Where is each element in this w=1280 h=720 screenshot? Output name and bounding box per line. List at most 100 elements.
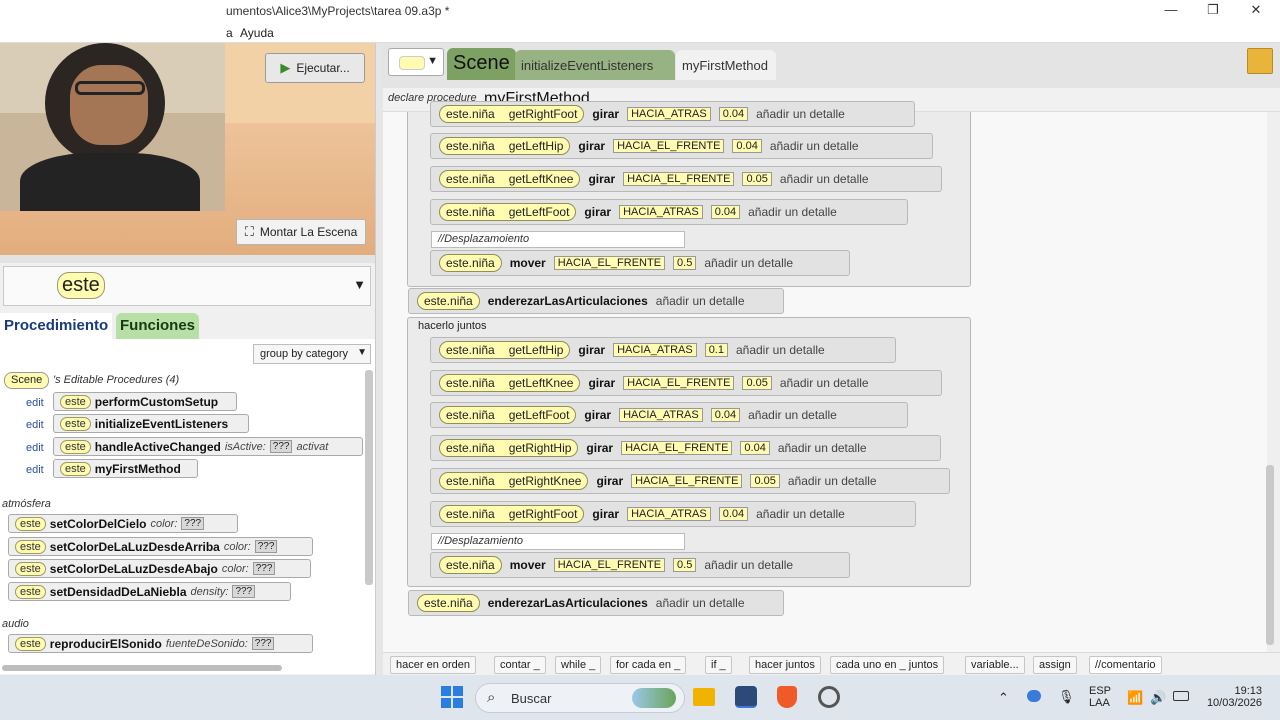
- cloud-icon[interactable]: [1027, 690, 1041, 702]
- palette-variable[interactable]: variable...: [965, 656, 1025, 674]
- object-pill: este.niña: [439, 556, 502, 574]
- type-selector-value: este: [57, 272, 105, 299]
- vertical-splitter[interactable]: [375, 43, 383, 675]
- maximize-button[interactable]: ❐: [1198, 2, 1228, 18]
- object-pill: este.niña getRightKnee: [439, 472, 589, 490]
- language-indicator[interactable]: ESP LAA: [1089, 685, 1111, 709]
- turn-statement[interactable]: este.niña getRightKnee girar HACIA_EL_FREN…: [430, 468, 950, 494]
- play-icon: ▶: [280, 60, 291, 75]
- procedure-tile[interactable]: este setColorDelCielo color:???: [8, 514, 238, 533]
- turn-statement[interactable]: este.niña getLeftKnee girar HACIA_EL_FRENT…: [430, 370, 942, 396]
- edit-link[interactable]: edit: [26, 397, 44, 409]
- horizontal-splitter[interactable]: [0, 255, 375, 263]
- category-label: atmósfera: [2, 498, 51, 510]
- folder-icon[interactable]: [1247, 48, 1273, 74]
- title-bar: [0, 0, 1280, 23]
- scene-owner-pill[interactable]: Scene: [4, 372, 50, 389]
- object-pill: este.niña getRightFoot: [439, 105, 585, 123]
- edit-link[interactable]: edit: [26, 442, 44, 454]
- palette-if[interactable]: if _: [705, 656, 732, 674]
- procedure-tile[interactable]: este setColorDeLaLuzDesdeAbajo color:???: [8, 559, 311, 578]
- minimize-button[interactable]: —: [1156, 2, 1186, 17]
- procedure-tile[interactable]: este reproducirElSonido fuenteDeSonido:???: [8, 634, 313, 653]
- menu-item-ayuda[interactable]: Ayuda: [240, 26, 274, 40]
- menu-item-prev[interactable]: a: [226, 26, 233, 40]
- tab-scene[interactable]: Scene: [447, 48, 516, 80]
- alice-app-icon[interactable]: [735, 686, 757, 708]
- procedure-panel: [0, 339, 375, 674]
- close-button[interactable]: ✕: [1241, 2, 1271, 18]
- file-explorer-icon[interactable]: [693, 688, 715, 706]
- chevron-down-icon: ▼: [357, 347, 367, 358]
- run-button[interactable]: ▶ Ejecutar...: [265, 53, 365, 83]
- vertical-scrollbar[interactable]: [365, 370, 373, 585]
- palette-do-together[interactable]: hacer juntos: [749, 656, 821, 674]
- wifi-icon[interactable]: 📶: [1127, 690, 1143, 706]
- vertical-scrollbar[interactable]: [1266, 465, 1274, 645]
- procedure-tile[interactable]: este setColorDeLaLuzDesdeArriba color:???: [8, 537, 313, 556]
- turn-statement[interactable]: este.niña getRightFoot girar HACIA_ATRAS 0.…: [430, 501, 916, 527]
- palette-for-each[interactable]: for cada en _: [610, 656, 687, 674]
- webcam-overlay: [0, 43, 225, 211]
- straighten-statement[interactable]: este.niña enderezarLasArticulaciones añad…: [408, 288, 784, 314]
- do-together-label: hacerlo juntos: [418, 320, 487, 332]
- procedure-tile[interactable]: este myFirstMethod: [53, 459, 198, 478]
- edit-link[interactable]: edit: [26, 419, 44, 431]
- search-placeholder: Buscar: [511, 691, 552, 706]
- editable-procedures-title: 's Editable Procedures (4): [53, 374, 180, 386]
- move-statement[interactable]: este.niña mover HACIA_EL_FRENTE 0.5 añadir…: [430, 250, 850, 276]
- palette-while[interactable]: while _: [555, 656, 602, 674]
- turn-statement[interactable]: este.niña getLeftFoot girar HACIA_ATRAS 0.0…: [430, 402, 908, 428]
- tab-funciones[interactable]: Funciones: [116, 313, 200, 339]
- battery-icon[interactable]: [1173, 691, 1189, 701]
- palette-count[interactable]: contar _: [494, 656, 546, 674]
- turn-statement[interactable]: este.niña getLeftKnee girar HACIA_EL_FRENT…: [430, 166, 942, 192]
- horizontal-scrollbar[interactable]: [2, 665, 282, 671]
- group-by-select[interactable]: group by category ▼: [253, 344, 371, 364]
- microphone-icon[interactable]: 🎙: [1058, 689, 1075, 705]
- app-icon[interactable]: [818, 686, 840, 708]
- category-label: audio: [2, 618, 29, 630]
- move-statement[interactable]: este.niña mover HACIA_EL_FRENTE 0.5 añadir…: [430, 552, 850, 578]
- setup-scene-button[interactable]: ⛶ Montar La Escena: [236, 219, 366, 245]
- palette-do-in-order[interactable]: hacer en orden: [390, 656, 476, 674]
- window-title: umentos\Alice3\MyProjects\tarea 09.a3p *: [226, 4, 450, 18]
- scene-selector[interactable]: ▼: [388, 48, 444, 76]
- turn-statement[interactable]: este.niña getLeftHip girar HACIA_EL_FRENTE…: [430, 133, 933, 159]
- chevron-down-icon: ▼: [427, 55, 438, 67]
- palette-each-in-together[interactable]: cada uno en _ juntos: [830, 656, 945, 674]
- object-pill: este.niña: [439, 254, 502, 272]
- chevron-down-icon: ▼: [353, 277, 366, 292]
- windows-start-icon[interactable]: [441, 686, 463, 708]
- palette-assign[interactable]: assign: [1033, 656, 1077, 674]
- turn-statement[interactable]: este.niña getLeftFoot girar HACIA_ATRAS 0.0…: [430, 199, 908, 225]
- tab-my-first-method[interactable]: myFirstMethod: [676, 50, 776, 80]
- taskbar-search[interactable]: ⌕ Buscar: [475, 683, 685, 713]
- object-pill: este.niña getLeftKnee: [439, 374, 581, 392]
- procedure-tile[interactable]: este handleActiveChanged isActive:??? activ…: [53, 437, 363, 456]
- volume-icon[interactable]: 🔊: [1150, 690, 1166, 706]
- clock[interactable]: 19:13 10/03/2026: [1200, 685, 1262, 709]
- tab-procedimiento[interactable]: Procedimiento: [0, 313, 113, 339]
- comment-block[interactable]: //Desplazamoiento: [431, 231, 685, 248]
- search-icon: ⌕: [487, 689, 496, 706]
- comment-block[interactable]: //Desplazamiento: [431, 533, 685, 550]
- brave-browser-icon[interactable]: [777, 686, 797, 708]
- fullscreen-icon: ⛶: [244, 224, 254, 239]
- turn-statement[interactable]: este.niña getRightFoot girar HACIA_ATRAS 0.…: [430, 101, 915, 127]
- procedure-tile[interactable]: este initializeEventListeners: [53, 414, 249, 433]
- object-pill: este.niña getLeftFoot: [439, 406, 577, 424]
- group-by-value: group by category: [260, 348, 349, 360]
- procedure-tile[interactable]: este setDensidadDeLaNiebla density:???: [8, 582, 291, 601]
- straighten-statement[interactable]: este.niña enderezarLasArticulaciones añad…: [408, 590, 784, 616]
- object-pill: este.niña: [417, 292, 480, 310]
- procedure-tile[interactable]: este performCustomSetup: [53, 392, 237, 411]
- object-pill: este.niña: [417, 594, 480, 612]
- type-selector[interactable]: este ▼: [3, 266, 371, 306]
- turn-statement[interactable]: este.niña getRightHip girar HACIA_EL_FRENT…: [430, 435, 941, 461]
- turn-statement[interactable]: este.niña getLeftHip girar HACIA_ATRAS 0.1 …: [430, 337, 896, 363]
- edit-link[interactable]: edit: [26, 464, 44, 476]
- palette-comment[interactable]: //comentario: [1089, 656, 1162, 674]
- tab-initialize-event-listeners[interactable]: initializeEventListeners: [515, 50, 675, 80]
- chevron-up-icon[interactable]: ⌃: [998, 690, 1009, 706]
